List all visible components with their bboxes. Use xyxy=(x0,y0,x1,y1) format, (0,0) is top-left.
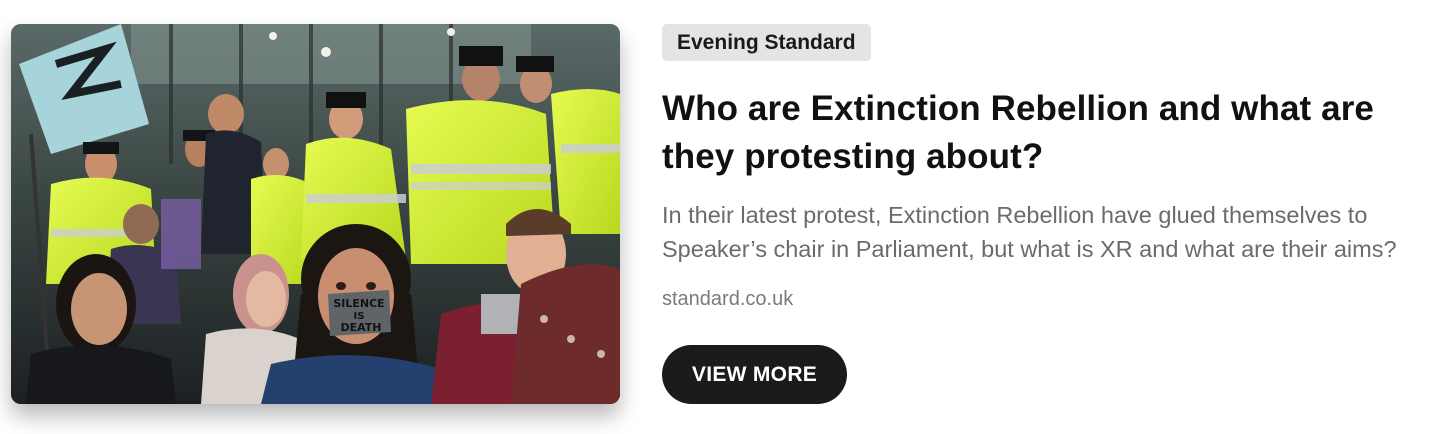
tape-text-line-1: SILENCE xyxy=(333,297,384,310)
card-content: Evening Standard Who are Extinction Rebe… xyxy=(662,24,1452,313)
tape-over-mouth: SILENCE IS DEATH xyxy=(328,290,391,336)
protest-photo: SILENCE IS DEATH xyxy=(11,24,620,404)
article-description: In their latest protest, Extinction Rebe… xyxy=(662,202,1397,262)
article-thumbnail[interactable]: SILENCE IS DEATH xyxy=(11,24,620,404)
tape-text-line-3: DEATH xyxy=(340,321,381,334)
source-badge: Evening Standard xyxy=(662,24,871,61)
view-more-button[interactable]: VIEW MORE xyxy=(662,345,847,404)
link-preview-card[interactable]: SILENCE IS DEATH Evening Standard Who ar… xyxy=(0,0,1456,434)
source-domain: standard.co.uk xyxy=(662,288,794,310)
article-headline[interactable]: Who are Extinction Rebellion and what ar… xyxy=(662,85,1452,181)
